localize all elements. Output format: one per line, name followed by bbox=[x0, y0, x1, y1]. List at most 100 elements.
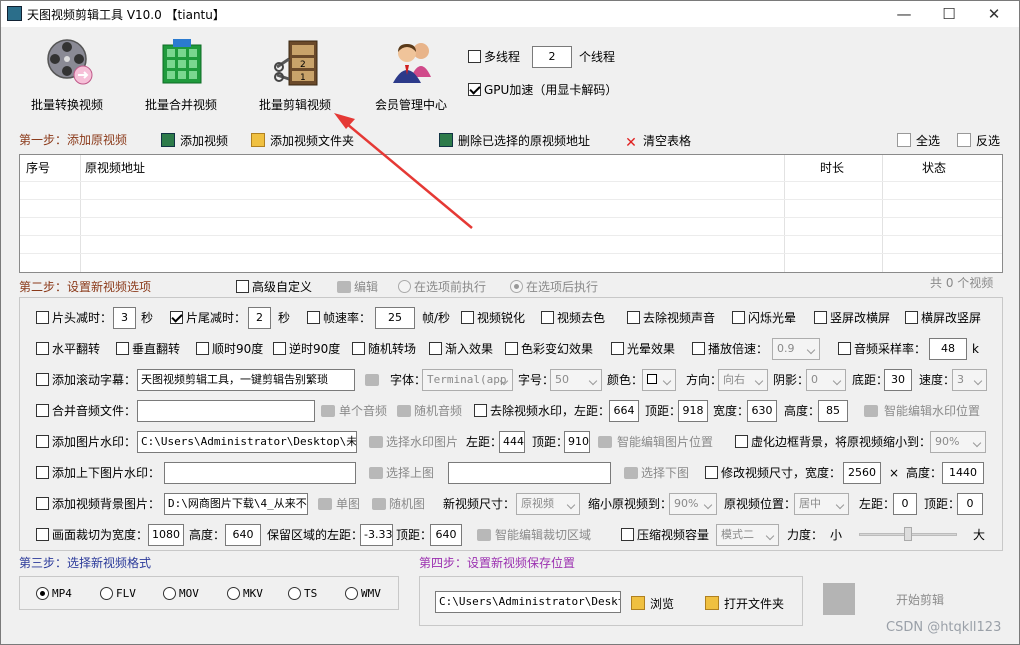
flash-checkbox[interactable] bbox=[732, 311, 745, 324]
start-edit-button[interactable]: 开始剪辑 bbox=[896, 593, 944, 607]
h2v-checkbox[interactable] bbox=[905, 311, 918, 324]
resize-width-input[interactable]: 2560 bbox=[843, 462, 881, 484]
scroll-subtitle-checkbox[interactable] bbox=[36, 373, 49, 386]
font-size-select[interactable]: 50 bbox=[550, 369, 602, 391]
v2h-checkbox[interactable] bbox=[814, 311, 827, 324]
column-header-status[interactable]: 状态 bbox=[922, 155, 946, 181]
crop-height-input[interactable]: 640 bbox=[225, 524, 261, 546]
clear-table-button[interactable]: ✕ 清空表格 bbox=[624, 132, 691, 150]
browse-button[interactable]: 浏览 bbox=[631, 595, 674, 612]
compress-checkbox[interactable] bbox=[621, 528, 634, 541]
add-video-button[interactable]: 添加视频 bbox=[161, 132, 228, 149]
format-wmv-radio[interactable] bbox=[345, 587, 358, 600]
blur-shrink-select[interactable]: 90% bbox=[930, 431, 986, 453]
select-all-button[interactable]: 全选 bbox=[897, 132, 940, 149]
image-watermark-checkbox[interactable] bbox=[36, 435, 49, 448]
strength-slider-thumb[interactable] bbox=[904, 527, 912, 541]
format-flv-radio[interactable] bbox=[100, 587, 113, 600]
font-select[interactable]: Terminal(app bbox=[422, 369, 513, 391]
color-select[interactable] bbox=[642, 369, 676, 391]
before-exec-radio[interactable] bbox=[398, 280, 411, 293]
merge-audio-checkbox[interactable] bbox=[36, 404, 49, 417]
rotate-cw-checkbox[interactable] bbox=[196, 342, 209, 355]
smart-image-button[interactable]: 智能编辑图片位置 bbox=[617, 435, 713, 449]
delete-selected-button[interactable]: 删除已选择的原视频地址 bbox=[439, 132, 590, 149]
halo-checkbox[interactable] bbox=[611, 342, 624, 355]
bg-image-checkbox[interactable] bbox=[36, 497, 49, 510]
speed-checkbox[interactable] bbox=[692, 342, 705, 355]
maximize-button[interactable]: ☐ bbox=[926, 1, 972, 27]
compress-mode-select[interactable]: 模式二 bbox=[716, 524, 779, 546]
batch-edit-button[interactable]: 2 1 批量剪辑视频 bbox=[247, 35, 343, 115]
direction-select[interactable]: 向右 bbox=[718, 369, 768, 391]
member-center-button[interactable]: 会员管理中心 bbox=[363, 35, 459, 115]
single-audio-button[interactable]: 单个音频 bbox=[339, 404, 387, 418]
bg-top-input[interactable]: 0 bbox=[957, 493, 983, 515]
invert-select-button[interactable]: 反选 bbox=[957, 132, 1000, 149]
remove-watermark-checkbox[interactable] bbox=[474, 404, 487, 417]
image-top-input[interactable]: 910 bbox=[564, 431, 590, 453]
vflip-checkbox[interactable] bbox=[116, 342, 129, 355]
format-mov-radio[interactable] bbox=[163, 587, 176, 600]
choose-upper-button[interactable]: 选择上图 bbox=[386, 466, 434, 480]
framerate-input[interactable]: 25 bbox=[375, 307, 415, 329]
batch-merge-button[interactable]: 批量合并视频 bbox=[133, 35, 229, 115]
watermark-left-input[interactable]: 664 bbox=[609, 400, 639, 422]
edit-button[interactable]: 编辑 bbox=[354, 280, 378, 294]
color-shift-checkbox[interactable] bbox=[505, 342, 518, 355]
thread-count-input[interactable]: 2 bbox=[532, 46, 572, 68]
samplerate-checkbox[interactable] bbox=[838, 342, 851, 355]
crop-width-input[interactable]: 1080 bbox=[148, 524, 184, 546]
decolor-checkbox[interactable] bbox=[541, 311, 554, 324]
position-select[interactable]: 居中 bbox=[794, 493, 849, 515]
minimize-button[interactable]: — bbox=[881, 1, 927, 27]
after-exec-radio[interactable] bbox=[510, 280, 523, 293]
batch-convert-button[interactable]: 批量转换视频 bbox=[19, 35, 115, 115]
remove-audio-checkbox[interactable] bbox=[627, 311, 640, 324]
blur-border-checkbox[interactable] bbox=[735, 435, 748, 448]
format-mkv-radio[interactable] bbox=[227, 587, 240, 600]
tail-cut-checkbox[interactable] bbox=[170, 311, 183, 324]
scroll-subtitle-input[interactable]: 天图视频剪辑工具，一键剪辑告别繁琐 bbox=[137, 369, 355, 391]
image-left-input[interactable]: 444 bbox=[499, 431, 525, 453]
random-image-button[interactable]: 随机图 bbox=[389, 497, 425, 511]
image-watermark-path[interactable]: C:\Users\Administrator\Desktop\未标题 bbox=[137, 431, 357, 453]
single-image-button[interactable]: 单图 bbox=[336, 497, 360, 511]
video-table[interactable]: 序号 原视频地址 时长 状态 bbox=[19, 154, 1003, 273]
save-path-input[interactable]: C:\Users\Administrator\Desktop\ bbox=[435, 591, 621, 613]
merge-audio-input[interactable] bbox=[137, 400, 315, 422]
random-transition-checkbox[interactable] bbox=[352, 342, 365, 355]
sharpen-checkbox[interactable] bbox=[461, 311, 474, 324]
choose-lower-button[interactable]: 选择下图 bbox=[641, 466, 689, 480]
resize-height-input[interactable]: 1440 bbox=[942, 462, 984, 484]
hflip-checkbox[interactable] bbox=[36, 342, 49, 355]
updown-watermark-checkbox[interactable] bbox=[36, 466, 49, 479]
column-header-path[interactable]: 原视频地址 bbox=[85, 155, 145, 181]
smart-crop-button[interactable]: 智能编辑裁切区域 bbox=[495, 528, 591, 542]
head-cut-checkbox[interactable] bbox=[36, 311, 49, 324]
multithread-checkbox[interactable] bbox=[468, 50, 481, 63]
bottom-dist-input[interactable]: 30 bbox=[884, 369, 912, 391]
choose-watermark-button[interactable]: 选择水印图片 bbox=[386, 435, 458, 449]
resize-checkbox[interactable] bbox=[705, 466, 718, 479]
advanced-custom-checkbox[interactable] bbox=[236, 280, 249, 293]
rotate-ccw-checkbox[interactable] bbox=[273, 342, 286, 355]
crop-checkbox[interactable] bbox=[36, 528, 49, 541]
shrink-select[interactable]: 90% bbox=[669, 493, 717, 515]
close-button[interactable]: ✕ bbox=[971, 1, 1017, 27]
watermark-top-input[interactable]: 918 bbox=[678, 400, 708, 422]
smart-watermark-button[interactable]: 智能编辑水印位置 bbox=[884, 404, 980, 418]
speed-select[interactable]: 3 bbox=[952, 369, 987, 391]
new-size-select[interactable]: 原视频 bbox=[516, 493, 580, 515]
crop-top-input[interactable]: 640 bbox=[430, 524, 462, 546]
fade-in-checkbox[interactable] bbox=[429, 342, 442, 355]
add-folder-button[interactable]: 添加视频文件夹 bbox=[251, 132, 354, 149]
bg-left-input[interactable]: 0 bbox=[893, 493, 917, 515]
lower-image-input[interactable] bbox=[448, 462, 611, 484]
head-cut-input[interactable]: 3 bbox=[113, 307, 136, 329]
format-ts-radio[interactable] bbox=[288, 587, 301, 600]
watermark-height-input[interactable]: 85 bbox=[818, 400, 848, 422]
speed-select[interactable]: 0.9 bbox=[772, 338, 820, 360]
upper-image-input[interactable] bbox=[164, 462, 356, 484]
tail-cut-input[interactable]: 2 bbox=[248, 307, 271, 329]
